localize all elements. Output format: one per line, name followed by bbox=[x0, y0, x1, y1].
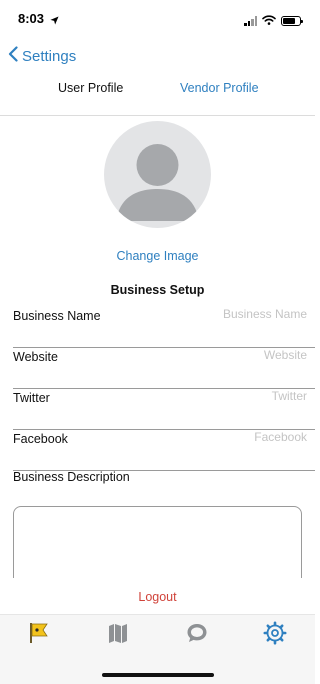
tab-bar bbox=[0, 614, 315, 684]
avatar[interactable] bbox=[104, 121, 211, 228]
divider bbox=[0, 115, 315, 116]
tab-user-profile[interactable]: User Profile bbox=[58, 81, 123, 95]
field-label: Twitter bbox=[13, 391, 50, 405]
wifi-icon bbox=[262, 12, 276, 30]
status-indicators bbox=[244, 12, 303, 30]
business-name-field: Business Name bbox=[13, 307, 315, 348]
field-label: Business Name bbox=[13, 309, 101, 323]
website-input[interactable] bbox=[137, 348, 307, 362]
change-image-button[interactable]: Change Image bbox=[0, 249, 315, 263]
profile-tabs: User Profile Vendor Profile bbox=[0, 76, 315, 102]
back-label: Settings bbox=[22, 47, 77, 65]
status-time: 8:03 bbox=[18, 11, 45, 26]
field-label: Website bbox=[13, 350, 58, 364]
chat-icon[interactable] bbox=[185, 621, 209, 645]
chevron-left-icon bbox=[8, 46, 18, 66]
status-bar: 8:03 bbox=[0, 0, 315, 38]
home-indicator bbox=[102, 673, 214, 677]
twitter-input[interactable] bbox=[137, 389, 307, 403]
section-title: Business Setup bbox=[110, 283, 205, 297]
gear-icon[interactable] bbox=[263, 621, 287, 645]
logout-button[interactable]: Logout bbox=[0, 590, 315, 604]
business-name-input[interactable] bbox=[137, 307, 307, 321]
twitter-field: Twitter bbox=[13, 389, 315, 430]
tab-vendor-profile[interactable]: Vendor Profile bbox=[180, 81, 259, 95]
cellular-signal-icon bbox=[244, 16, 257, 26]
person-placeholder-icon bbox=[116, 144, 199, 221]
battery-icon bbox=[281, 16, 303, 26]
flag-icon[interactable] bbox=[27, 621, 51, 645]
nav-bar: Settings bbox=[0, 44, 315, 68]
location-arrow-icon bbox=[50, 12, 59, 30]
facebook-input[interactable] bbox=[137, 430, 307, 444]
back-button[interactable]: Settings bbox=[8, 46, 76, 66]
business-description-label: Business Description bbox=[13, 470, 130, 484]
facebook-field: Facebook bbox=[13, 430, 315, 471]
map-icon[interactable] bbox=[106, 621, 130, 645]
website-field: Website bbox=[13, 348, 315, 389]
field-label: Facebook bbox=[13, 432, 68, 446]
